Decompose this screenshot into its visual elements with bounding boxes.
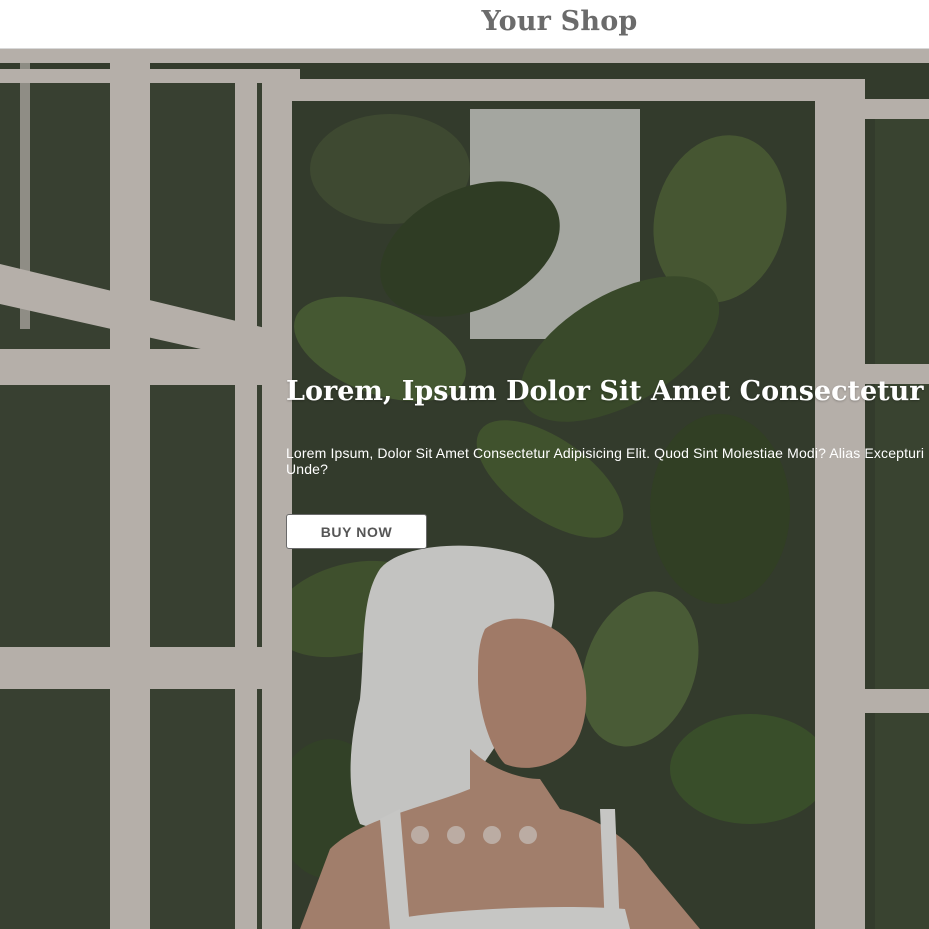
slide-dot-3[interactable] bbox=[483, 826, 501, 844]
hero-dark-overlay bbox=[0, 49, 929, 929]
hero-subtitle: Lorem Ipsum, Dolor Sit Amet Consectetur … bbox=[286, 445, 925, 477]
site-brand[interactable]: Your Shop bbox=[0, 6, 929, 38]
slider-pagination bbox=[411, 826, 537, 844]
buy-now-button[interactable]: BUY NOW bbox=[286, 514, 427, 549]
hero-slider: Lorem, Ipsum Dolor Sit Amet Consectetur … bbox=[0, 49, 929, 929]
slide-dot-4[interactable] bbox=[519, 826, 537, 844]
site-header: Your Shop bbox=[0, 0, 929, 49]
hero-title: Lorem, Ipsum Dolor Sit Amet Consectetur … bbox=[286, 376, 929, 407]
slide-dot-2[interactable] bbox=[447, 826, 465, 844]
slide-dot-1[interactable] bbox=[411, 826, 429, 844]
